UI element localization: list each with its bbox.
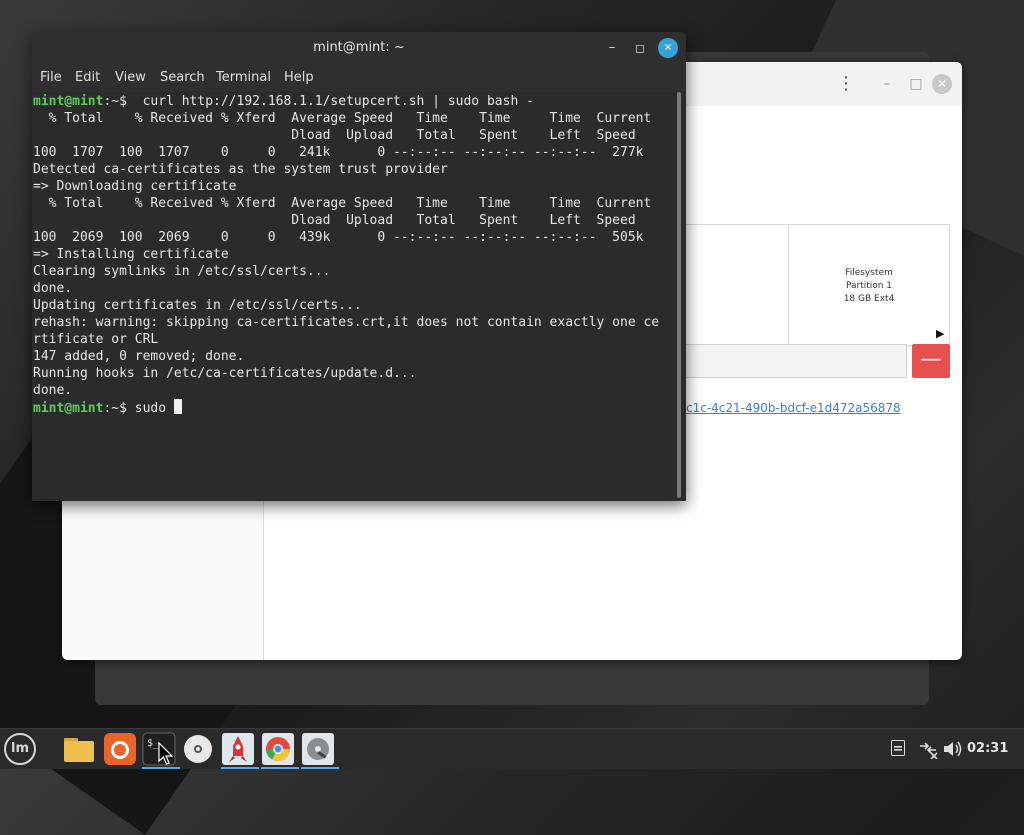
menu-edit[interactable]: Edit [75, 64, 100, 92]
output-line: 100 1707 100 1707 0 0 241k 0 --:--:-- --… [33, 145, 644, 160]
menu-view[interactable]: View [115, 64, 146, 92]
mouse-pointer-icon [158, 742, 174, 765]
output-line: % Total % Received % Xferd Average Speed… [33, 196, 652, 211]
menu-icon[interactable]: ⋮ [834, 72, 858, 96]
command-text: curl http://192.168.1.1/setupcert.sh | s… [126, 94, 534, 109]
output-line: Dload Upload Total Spent Left Speed [33, 213, 636, 228]
output-line: Clearing symlinks in /etc/ssl/certs... [33, 264, 331, 279]
chromium-icon[interactable] [261, 732, 299, 769]
output-line: done. [33, 383, 73, 398]
volume-icon[interactable] [943, 740, 963, 758]
firefox-icon[interactable] [103, 732, 137, 766]
disks-icon[interactable] [301, 732, 339, 769]
prompt-symbol: $ [119, 401, 127, 416]
keyboard-layout-icon[interactable] [891, 740, 905, 756]
network-disconnected-icon[interactable] [917, 739, 939, 760]
output-line: 100 2069 100 2069 0 0 439k 0 --:--:-- --… [33, 230, 644, 245]
scroll-right-icon[interactable]: ▶ [936, 327, 944, 340]
menu-help[interactable]: Help [284, 64, 314, 92]
output-line: Updating certificates in /etc/ssl/certs.… [33, 298, 362, 313]
terminal-menubar: File Edit View Search Terminal Help [32, 64, 686, 92]
mint-menu-button[interactable]: lm [4, 733, 36, 765]
terminal-window: mint@mint: ~ – ◻ ✕ File Edit View Search… [32, 32, 686, 501]
active-indicator [301, 767, 339, 769]
uuid-link[interactable]: c1c-4c21-490b-bdcf-e1d472a56878 [686, 401, 901, 415]
output-line: done. [33, 281, 73, 296]
output-line: => Downloading certificate [33, 179, 237, 194]
minimize-button[interactable]: – [875, 72, 899, 96]
minimize-button[interactable]: – [600, 36, 624, 60]
output-line: Detected ca-certificates as the system t… [33, 162, 448, 177]
partition-label[interactable]: Filesystem Partition 1 18 GB Ext4 [789, 267, 949, 306]
step-indicator [436, 656, 597, 660]
close-button[interactable]: ✕ [658, 38, 678, 58]
prompt-path: :~ [103, 94, 120, 109]
active-indicator [142, 767, 180, 769]
current-input[interactable]: sudo [127, 401, 174, 416]
installer-app-icon[interactable] [221, 732, 259, 769]
output-line: Dload Upload Total Spent Left Speed [33, 128, 636, 143]
active-indicator [261, 767, 299, 769]
terminal-titlebar[interactable]: mint@mint: ~ – ◻ ✕ [32, 32, 686, 64]
partition-bar: Filesystem Partition 1 18 GB Ext4 ▶ [682, 224, 950, 346]
maximize-button[interactable]: ◻ [628, 36, 652, 60]
prompt-symbol: $ [119, 94, 127, 109]
partition-label-size: 18 GB Ext4 [843, 294, 895, 304]
terminal-scrollbar[interactable] [677, 92, 681, 498]
output-line: rtificate or CRL [33, 332, 159, 347]
maximize-button[interactable]: □ [904, 72, 928, 96]
prompt-user: mint@mint [33, 94, 104, 109]
menu-file[interactable]: File [40, 64, 62, 92]
clock[interactable]: 02:31 [967, 729, 1008, 769]
output-line: 147 added, 0 removed; done. [33, 349, 245, 364]
output-line: => Installing certificate [33, 247, 229, 262]
partition-label-type: Filesystem [845, 268, 893, 278]
output-line: rehash: warning: skipping ca-certificate… [33, 315, 660, 330]
active-indicator [221, 767, 259, 769]
remove-partition-button[interactable]: — [912, 344, 950, 378]
partition-label-name: Partition 1 [845, 281, 893, 291]
disc-icon[interactable] [181, 732, 215, 766]
menu-search[interactable]: Search [160, 64, 205, 92]
terminal-output: mint@mint:~$ curl http://192.168.1.1/set… [33, 93, 659, 417]
close-button[interactable]: ✕ [932, 74, 952, 94]
taskbar: lm $_ 02:31 [0, 728, 1024, 769]
partition-path-field[interactable] [682, 344, 907, 378]
output-line: Running hooks in /etc/ca-certificates/up… [33, 366, 417, 381]
files-app-icon[interactable] [62, 732, 96, 766]
text-cursor [173, 399, 182, 414]
terminal-output-area[interactable]: mint@mint:~$ curl http://192.168.1.1/set… [32, 92, 678, 501]
menu-terminal[interactable]: Terminal [216, 64, 271, 92]
prompt-user: mint@mint [33, 401, 104, 416]
prompt-path: :~ [103, 401, 120, 416]
output-line: % Total % Received % Xferd Average Speed… [33, 111, 652, 126]
window-title: mint@mint: ~ [313, 40, 405, 55]
